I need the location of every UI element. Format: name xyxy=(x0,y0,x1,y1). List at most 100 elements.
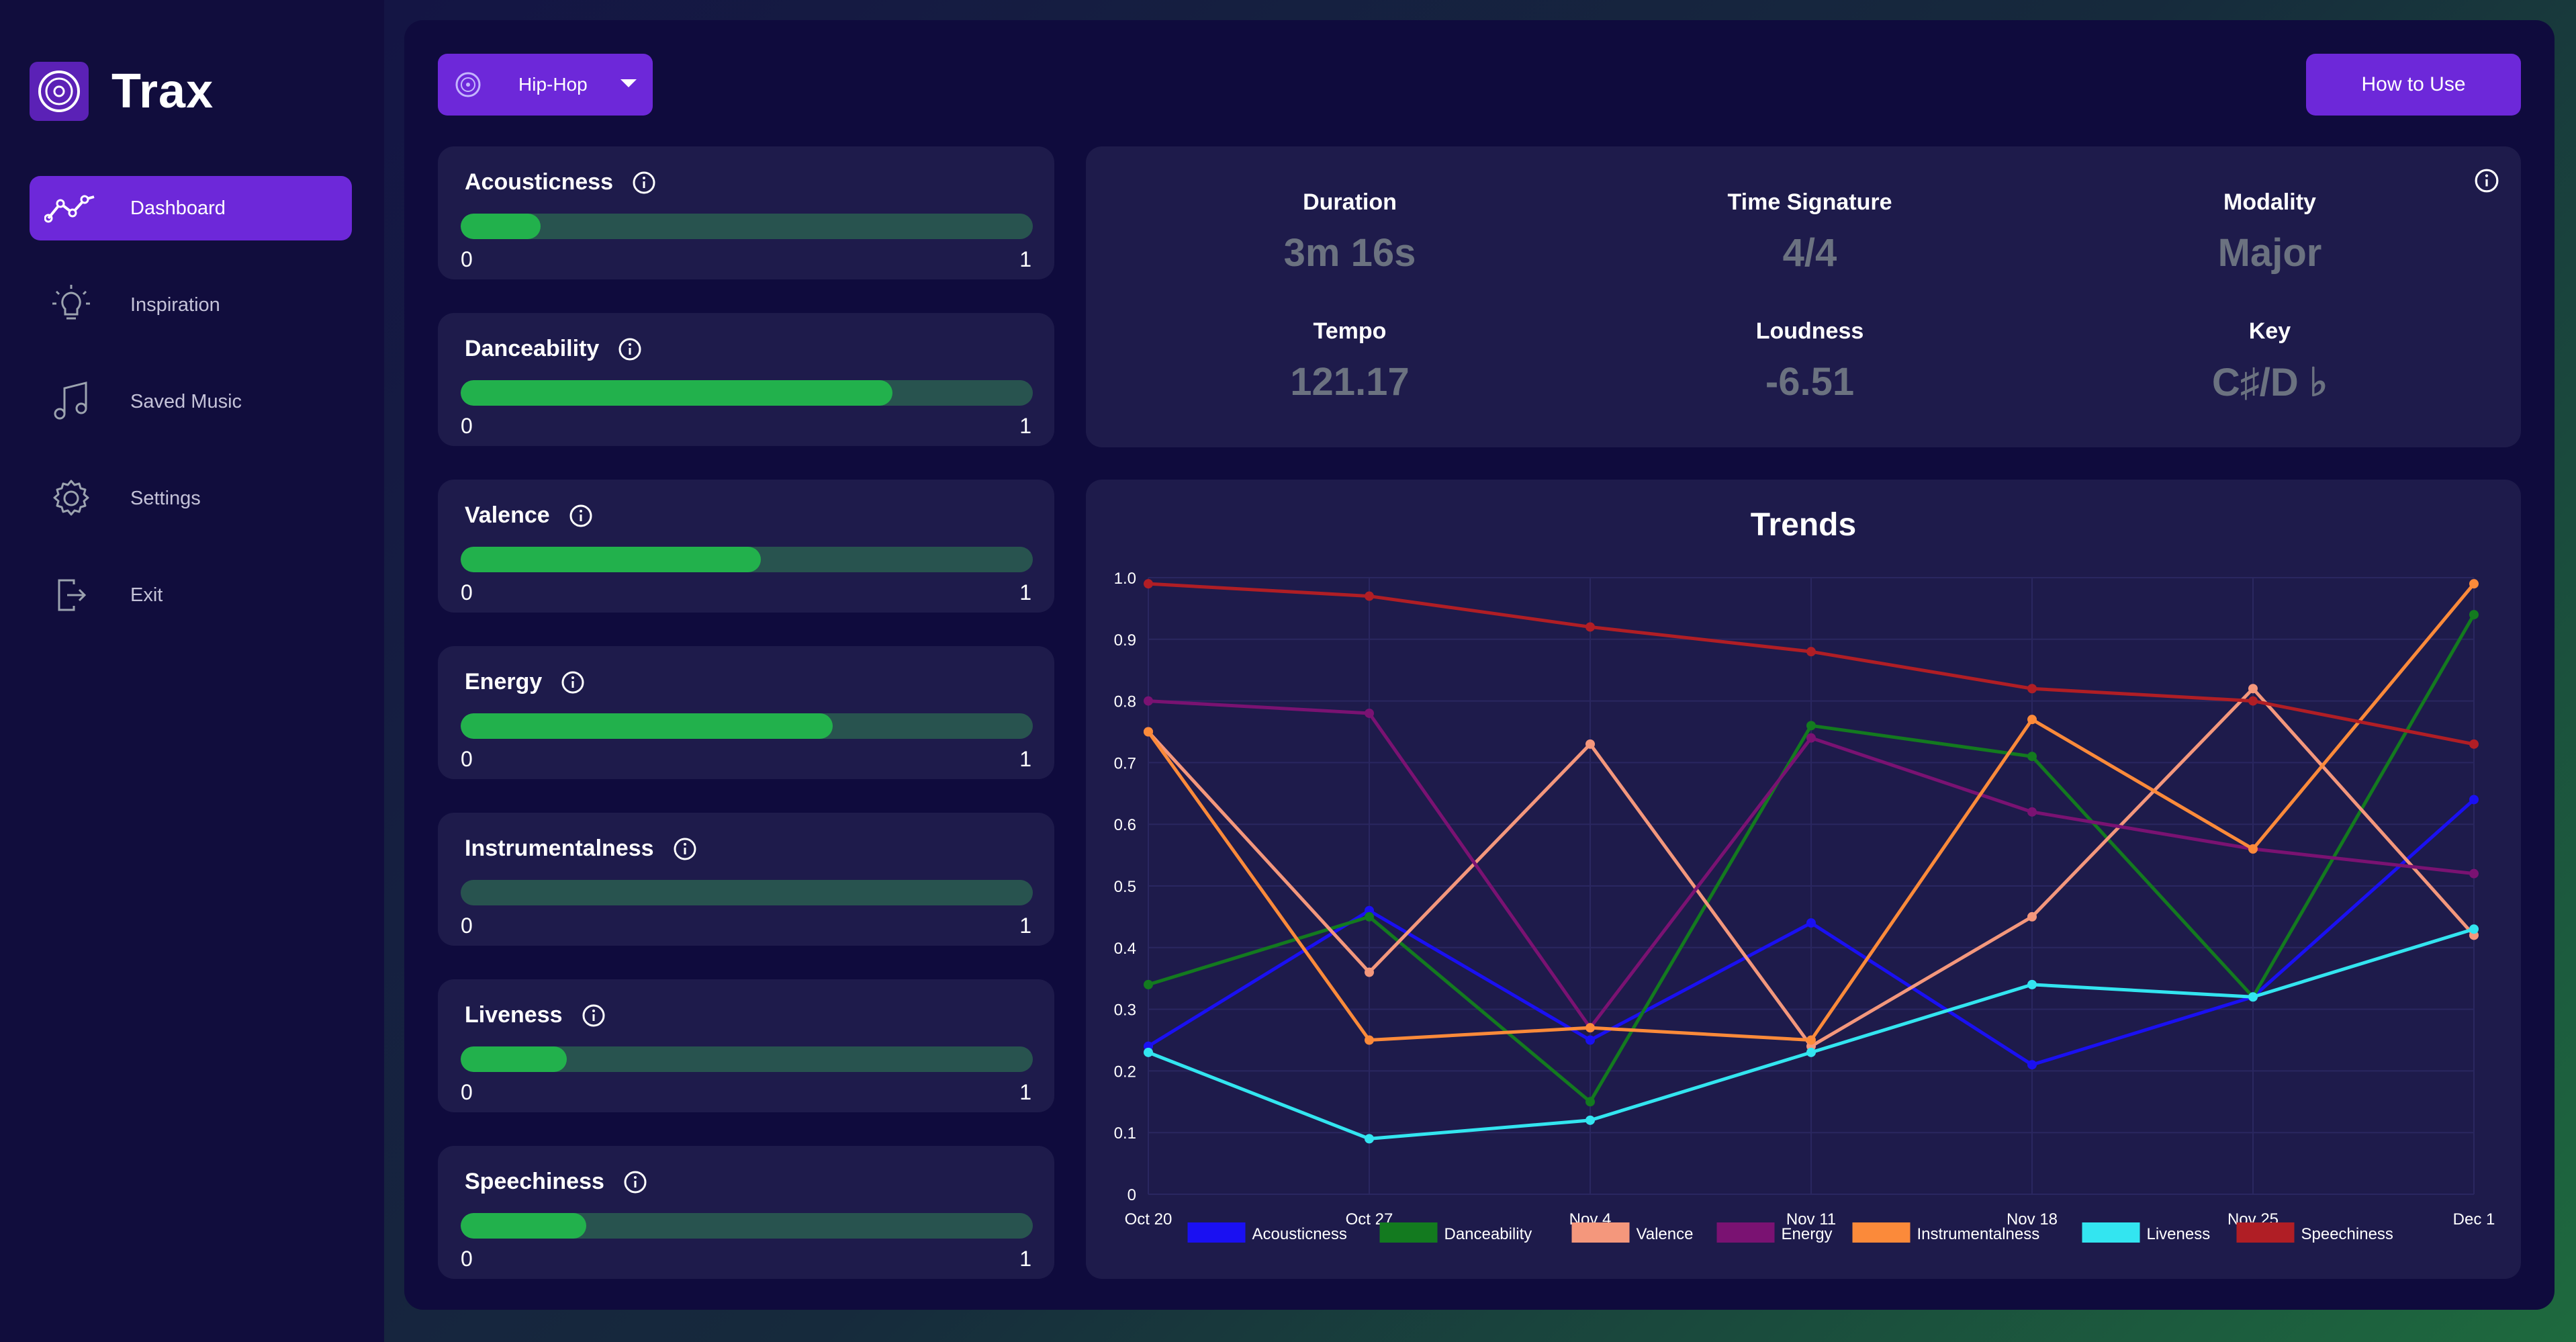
data-point-instrumentalness xyxy=(1806,1035,1816,1045)
data-point-liveness xyxy=(1806,1047,1816,1057)
legend-label-energy: Energy xyxy=(1782,1225,1833,1243)
feature-bar xyxy=(461,713,1033,739)
feature-card-instrumentalness: Instrumentalness 0 1 xyxy=(438,813,1054,946)
feature-bar-fill xyxy=(461,214,541,239)
info-icon[interactable] xyxy=(2474,168,2499,197)
track-stats-card: Duration 3m 16s Time Signature 4/4 Modal… xyxy=(1086,146,2521,447)
app-name: Trax xyxy=(111,64,214,118)
vinyl-logo-icon xyxy=(30,62,89,121)
feature-bar xyxy=(461,1213,1033,1239)
bar-min-label: 0 xyxy=(461,414,473,438)
y-tick-label: 0.3 xyxy=(1114,1001,1136,1020)
info-icon[interactable] xyxy=(623,1170,647,1194)
data-point-acousticness xyxy=(1585,1035,1595,1045)
data-point-speechiness xyxy=(1144,579,1153,589)
bar-min-label: 0 xyxy=(461,1247,473,1271)
x-tick-label: Oct 20 xyxy=(1125,1210,1172,1228)
data-point-danceability xyxy=(1365,911,1374,922)
info-icon[interactable] xyxy=(561,670,585,695)
y-tick-label: 0.5 xyxy=(1114,878,1136,896)
y-tick-label: 0.6 xyxy=(1114,816,1136,834)
info-icon[interactable] xyxy=(632,171,656,195)
sidebar-item-inspiration[interactable]: Inspiration xyxy=(30,273,352,337)
legend-swatch-energy xyxy=(1716,1222,1775,1243)
feature-bar xyxy=(461,547,1033,572)
data-point-speechiness xyxy=(1585,622,1595,632)
sidebar-item-label: Saved Music xyxy=(130,390,242,412)
feature-label: Instrumentalness xyxy=(465,836,654,861)
feature-bar-fill xyxy=(461,1046,567,1072)
bar-max-label: 1 xyxy=(1019,913,1031,938)
bar-max-label: 1 xyxy=(1019,414,1031,438)
chevron-down-icon xyxy=(619,77,638,93)
stat-loudness: Loudness -6.51 xyxy=(1635,318,1984,404)
data-point-danceability xyxy=(1144,979,1153,989)
y-tick-label: 0.7 xyxy=(1114,754,1136,772)
data-point-instrumentalness xyxy=(1585,1023,1595,1033)
data-point-speechiness xyxy=(2027,684,2037,694)
stat-label: Modality xyxy=(2223,189,2316,215)
info-icon[interactable] xyxy=(673,837,697,861)
feature-bar xyxy=(461,214,1033,239)
how-to-use-button[interactable]: How to Use xyxy=(2306,54,2521,116)
music-note-icon xyxy=(44,375,98,429)
bar-min-label: 0 xyxy=(461,1080,473,1104)
vinyl-icon xyxy=(454,71,482,99)
feature-bar-fill xyxy=(461,1213,587,1239)
info-icon[interactable] xyxy=(569,504,593,528)
sidebar-item-label: Inspiration xyxy=(130,294,220,316)
stat-duration: Duration 3m 16s xyxy=(1175,189,1524,275)
bar-max-label: 1 xyxy=(1019,580,1031,605)
data-point-energy xyxy=(1365,708,1374,718)
y-tick-label: 0.8 xyxy=(1114,693,1136,711)
sidebar-item-saved-music[interactable]: Saved Music xyxy=(30,369,352,434)
legend-swatch-liveness xyxy=(2082,1222,2140,1243)
bar-max-label: 1 xyxy=(1019,747,1031,771)
feature-card-danceability: Danceability 0 1 xyxy=(438,313,1054,446)
bar-max-label: 1 xyxy=(1019,1080,1031,1104)
data-point-speechiness xyxy=(2469,739,2479,749)
legend-swatch-speechiness xyxy=(2236,1222,2295,1243)
legend-label-instrumentalness: Instrumentalness xyxy=(1917,1225,2040,1243)
data-point-danceability xyxy=(2027,752,2037,762)
exit-icon xyxy=(44,568,98,622)
data-point-acousticness xyxy=(2469,795,2479,805)
bar-max-label: 1 xyxy=(1019,1247,1031,1271)
data-point-liveness xyxy=(1585,1115,1595,1125)
y-tick-label: 1.0 xyxy=(1114,570,1136,588)
stat-value: C♯/D ♭ xyxy=(2211,361,2328,404)
feature-card-speechiness: Speechiness 0 1 xyxy=(438,1146,1054,1279)
feature-label: Liveness xyxy=(465,1002,563,1028)
trends-card: Trends 0 0.1 0.2 0.3 0.4 0.5 0.6 0.7 0.8 0.9 1.0 Oc… xyxy=(1086,480,2521,1279)
data-point-energy xyxy=(2027,807,2037,817)
sidebar-item-settings[interactable]: Settings xyxy=(30,466,352,531)
sidebar-item-dashboard[interactable]: Dashboard xyxy=(30,176,352,240)
data-point-instrumentalness xyxy=(2248,844,2258,854)
y-tick-label: 0.9 xyxy=(1114,631,1136,650)
data-point-danceability xyxy=(1585,1097,1595,1107)
feature-bar xyxy=(461,380,1033,406)
info-icon[interactable] xyxy=(582,1003,606,1028)
sidebar-item-exit[interactable]: Exit xyxy=(30,563,352,627)
data-point-instrumentalness xyxy=(2027,715,2037,725)
data-point-danceability xyxy=(1806,721,1816,731)
sidebar: Trax Dashboard Inspiration Saved Music S… xyxy=(0,0,384,1342)
legend-swatch-acousticness xyxy=(1187,1222,1246,1243)
bar-min-label: 0 xyxy=(461,913,473,938)
data-point-instrumentalness xyxy=(1365,1035,1374,1045)
y-tick-label: 0.4 xyxy=(1114,940,1136,958)
stat-label: Time Signature xyxy=(1727,189,1892,215)
data-point-speechiness xyxy=(2248,696,2258,706)
data-point-valence xyxy=(1585,739,1595,749)
feature-bar xyxy=(461,880,1033,905)
info-icon[interactable] xyxy=(618,337,642,361)
feature-bar-fill xyxy=(461,380,893,406)
stat-value: 4/4 xyxy=(1782,231,1837,275)
stat-key: Key C♯/D ♭ xyxy=(2095,318,2444,405)
genre-dropdown[interactable]: Hip-Hop xyxy=(438,54,653,116)
trends-chart: 00.10.20.30.40.50.60.70.80.91.0Oct 20 Oct… xyxy=(1114,570,2495,1243)
data-point-liveness xyxy=(1144,1047,1153,1057)
app-logo[interactable]: Trax xyxy=(30,62,214,121)
stat-value: 3m 16s xyxy=(1283,231,1416,275)
feature-card-valence: Valence 0 1 xyxy=(438,480,1054,613)
